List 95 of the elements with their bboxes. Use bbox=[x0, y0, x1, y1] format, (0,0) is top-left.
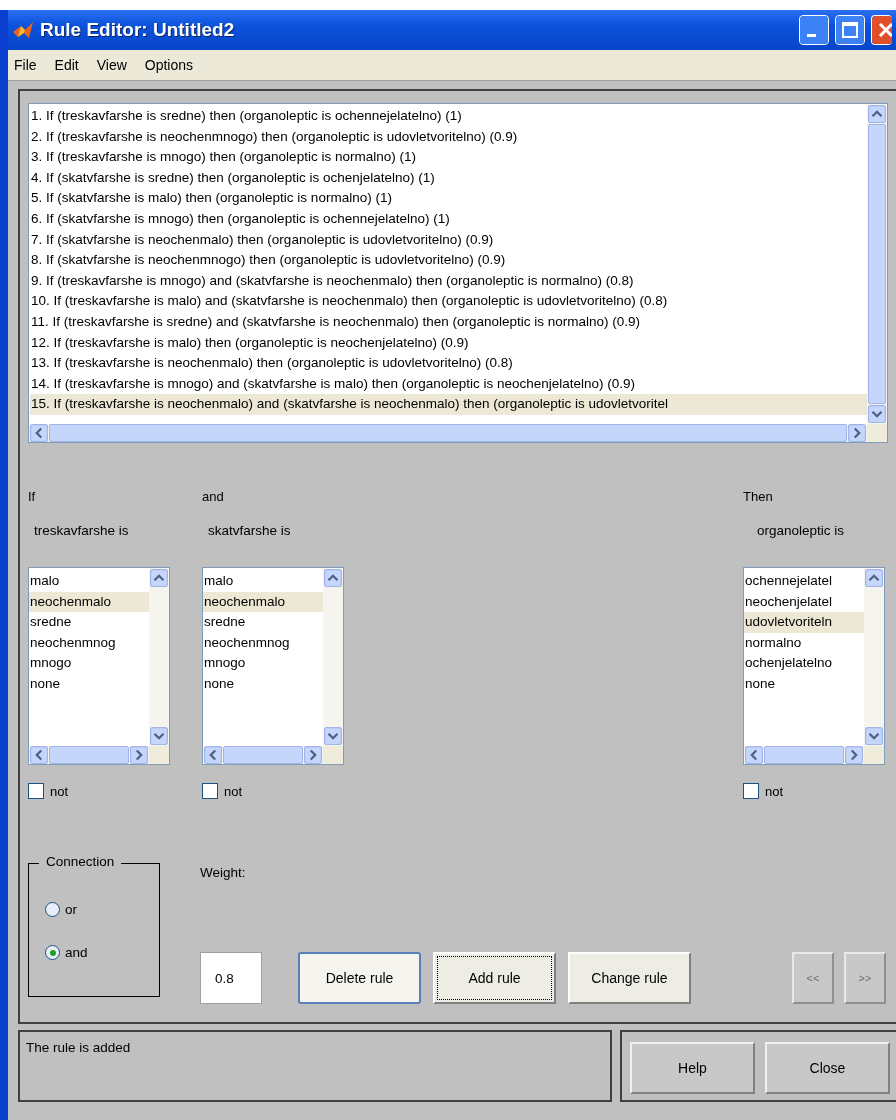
scroll-down-icon[interactable] bbox=[324, 727, 342, 745]
rule-item[interactable]: 5. If (skatvfarshe is malo) then (organoleptic is normalno) (1) bbox=[30, 188, 867, 209]
list-item[interactable]: malo bbox=[29, 571, 149, 592]
variable-label: treskavfarshe is bbox=[34, 523, 130, 540]
rule-item[interactable]: 10. If (treskavfarshe is malo) and (skatvfarshe is neochenmalo) then (organoleptic is udovletvoritelno) (0.8) bbox=[30, 291, 867, 312]
membership-list[interactable]: malo neochenmalo sredne neochenmnog mnogo none bbox=[202, 567, 344, 765]
list-item[interactable]: sredne bbox=[203, 612, 323, 633]
menu-item[interactable]: View bbox=[96, 57, 127, 73]
status-message: The rule is added bbox=[18, 1030, 612, 1102]
list-item[interactable]: sredne bbox=[29, 612, 149, 633]
rule-button[interactable]: Change rule bbox=[568, 952, 691, 1004]
scroll-left-icon[interactable] bbox=[745, 746, 763, 764]
scrollbar-thumb[interactable] bbox=[49, 746, 129, 764]
checkbox-label: not bbox=[765, 783, 784, 799]
scrollbar-corner bbox=[867, 424, 887, 442]
rule-button[interactable]: Add rule bbox=[433, 952, 556, 1004]
scroll-right-icon[interactable] bbox=[130, 746, 148, 764]
scroll-down-icon[interactable] bbox=[150, 727, 168, 745]
dialog-button[interactable]: Help bbox=[630, 1042, 755, 1094]
scrollbar-thumb[interactable] bbox=[223, 746, 303, 764]
list-item[interactable]: ochennejelatel bbox=[744, 571, 864, 592]
group-title: Connection bbox=[39, 854, 122, 869]
rule-item[interactable]: 9. If (treskavfarshe is mnogo) and (skatvfarshe is neochenmalo) then (organoleptic is normalno) (0.8) bbox=[30, 270, 867, 292]
rule-item[interactable]: 11. If (treskavfarshe is sredne) and (skatvfarshe is neochenmalo) then (organoleptic is normalno) (0.9) bbox=[30, 311, 867, 333]
not-checkbox[interactable] bbox=[743, 783, 759, 799]
rule-item[interactable]: 7. If (skatvfarshe is neochenmalo) then (organoleptic is udovletvoritelno) (0.9) bbox=[30, 229, 867, 251]
scroll-right-icon[interactable] bbox=[845, 746, 863, 764]
scroll-left-icon[interactable] bbox=[204, 746, 222, 764]
rule-item[interactable]: 12. If (treskavfarshe is malo) then (organoleptic is neochenjelatelno) (0.9) bbox=[30, 332, 867, 354]
list-item[interactable]: neochenmalo bbox=[29, 591, 149, 612]
scroll-left-icon[interactable] bbox=[30, 746, 48, 764]
window-title: Rule Editor: Untitled2 bbox=[40, 19, 236, 41]
radio-button[interactable] bbox=[45, 945, 60, 960]
list-item[interactable]: neochenmnog bbox=[203, 632, 323, 653]
scroll-up-icon[interactable] bbox=[868, 105, 886, 123]
scroll-left-icon[interactable] bbox=[30, 424, 48, 442]
list-item[interactable]: malo bbox=[203, 571, 323, 592]
scroll-right-icon[interactable] bbox=[848, 424, 866, 442]
radio-label: and bbox=[65, 945, 88, 960]
maximize-icon[interactable] bbox=[835, 15, 865, 45]
weight-field[interactable]: 0.8 bbox=[200, 952, 262, 1004]
close-icon[interactable] bbox=[871, 15, 892, 45]
list-item[interactable]: udovletvoriteln bbox=[744, 612, 864, 633]
minimize-icon[interactable] bbox=[799, 15, 829, 45]
scroll-down-icon[interactable] bbox=[865, 727, 883, 745]
list-item[interactable]: none bbox=[29, 673, 149, 694]
scrollbar-corner bbox=[149, 746, 169, 764]
scrollbar-thumb[interactable] bbox=[49, 424, 847, 442]
rule-item[interactable]: 15. If (treskavfarshe is neochenmalo) and (skatvfarshe is neochenmalo) then (organoleptic is udovletvoritel bbox=[30, 394, 867, 415]
menu-item[interactable]: Options bbox=[144, 57, 194, 73]
scroll-down-icon[interactable] bbox=[868, 405, 886, 423]
rule-item[interactable]: 4. If (skatvfarshe is sredne) then (organoleptic is ochenjelatelno) (1) bbox=[30, 167, 867, 189]
list-item[interactable]: normalno bbox=[744, 632, 864, 653]
weight-label: Weight: bbox=[200, 865, 247, 880]
membership-list[interactable]: ochennejelatel neochenjelatel udovletvoriteln normalno ochenjelatelno none bbox=[743, 567, 885, 765]
list-item[interactable]: neochenmnog bbox=[29, 632, 149, 653]
menu-item[interactable]: File bbox=[14, 57, 37, 73]
checkbox-label: not bbox=[224, 783, 243, 799]
checkbox-label: not bbox=[50, 783, 69, 799]
rule-button[interactable]: Delete rule bbox=[298, 952, 421, 1004]
menu-item[interactable]: Edit bbox=[54, 57, 79, 73]
connector-label: If bbox=[28, 489, 37, 506]
scroll-right-icon[interactable] bbox=[304, 746, 322, 764]
rule-item[interactable]: 13. If (treskavfarshe is neochenmalo) then (organoleptic is udovletvoritelno) (0.8) bbox=[30, 353, 867, 374]
list-item[interactable]: mnogo bbox=[29, 653, 149, 674]
connector-label: Then bbox=[743, 489, 774, 506]
variable-label: skatvfarshe is bbox=[208, 523, 292, 540]
rule-list[interactable] bbox=[28, 103, 888, 443]
scroll-up-icon[interactable] bbox=[150, 569, 168, 587]
scrollbar-corner bbox=[323, 746, 343, 764]
rule-item[interactable]: 3. If (treskavfarshe is mnogo) then (organoleptic is normalno) (1) bbox=[30, 147, 867, 168]
rule-item[interactable]: 1. If (treskavfarshe is sredne) then (organoleptic is ochennejelatelno) (1) bbox=[30, 106, 867, 127]
dialog-button[interactable]: Close bbox=[765, 1042, 890, 1094]
scrollbar-thumb[interactable] bbox=[764, 746, 844, 764]
not-checkbox[interactable] bbox=[28, 783, 44, 799]
rule-item[interactable]: 14. If (treskavfarshe is mnogo) and (skatvfarshe is malo) then (organoleptic is neochenjelatelno) (0.9) bbox=[30, 373, 867, 395]
scrollbar-thumb[interactable] bbox=[868, 124, 886, 404]
connector-label: and bbox=[202, 489, 225, 506]
membership-list[interactable]: malo neochenmalo sredne neochenmnog mnogo none bbox=[28, 567, 170, 765]
not-checkbox[interactable] bbox=[202, 783, 218, 799]
scrollbar-corner bbox=[864, 746, 884, 764]
radio-label: or bbox=[65, 902, 77, 917]
list-item[interactable]: none bbox=[744, 673, 864, 694]
variable-label: organoleptic is bbox=[757, 523, 846, 540]
list-item[interactable]: mnogo bbox=[203, 653, 323, 674]
rule-item[interactable]: 8. If (skatvfarshe is neochenmnogo) then (organoleptic is udovletvoritelno) (0.9) bbox=[30, 250, 867, 271]
radio-button[interactable] bbox=[45, 902, 60, 917]
rule-item[interactable]: 2. If (treskavfarshe is neochenmnogo) then (organoleptic is udovletvoritelno) (0.9) bbox=[30, 126, 867, 148]
rule-item[interactable]: 6. If (skatvfarshe is mnogo) then (organoleptic is ochennejelatelno) (1) bbox=[30, 208, 867, 230]
scroll-up-icon[interactable] bbox=[865, 569, 883, 587]
scroll-up-icon[interactable] bbox=[324, 569, 342, 587]
list-item[interactable]: ochenjelatelno bbox=[744, 653, 864, 674]
list-item[interactable]: neochenmalo bbox=[203, 591, 323, 612]
list-item[interactable]: neochenjelatel bbox=[744, 591, 864, 612]
list-item[interactable]: none bbox=[203, 673, 323, 694]
